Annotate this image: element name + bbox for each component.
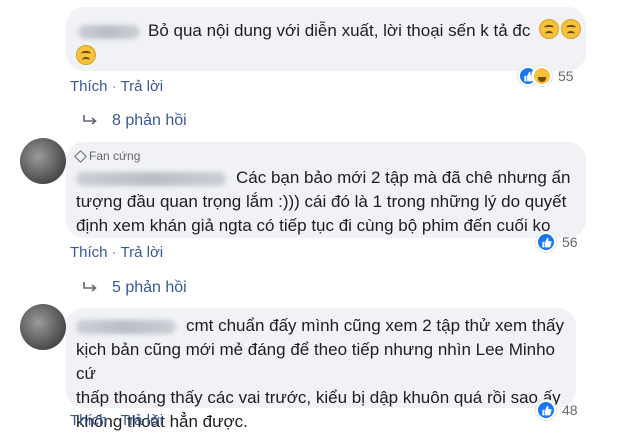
reaction-count: 55 [558, 68, 574, 84]
comment-text-line: định xem khán giả ngta có tiếp tục đi cù… [76, 216, 551, 235]
fan-badge-label: Fan cứng [89, 149, 141, 163]
commenter-name-blurred[interactable] [76, 319, 176, 334]
haha-reaction-icon [532, 66, 552, 86]
view-replies-1[interactable]: 8 phản hồi [82, 112, 187, 130]
comment-bubble-2: Fan cứng Các bạn bảo mới 2 tập mà đã chê… [66, 142, 586, 238]
upside-down-face-emoji [539, 19, 560, 39]
separator-dot: · [111, 78, 117, 95]
reaction-summary-3[interactable]: 48 [536, 400, 578, 420]
comment-text-line: Các bạn bảo mới 2 tập mà đã chê nhưng ấn [236, 168, 571, 187]
comment-actions-1: Thích · Trả lời [70, 78, 163, 95]
comment-text-line: Bỏ qua nội dung với diễn xuất, lời thoại… [148, 21, 531, 40]
upside-down-face-emoji [561, 19, 582, 39]
reply-arrow-icon [83, 115, 97, 125]
view-replies-2[interactable]: 5 phản hồi [82, 279, 187, 297]
upside-down-face-emoji [76, 45, 96, 65]
comment-actions-3: Thích · Trả lời [70, 412, 163, 429]
like-reaction-icon [536, 232, 556, 252]
like-link[interactable]: Thích [70, 244, 108, 261]
comment-text-line: tượng đầu quan trọng lắm :))) cái đó là … [76, 192, 567, 211]
avatar[interactable] [20, 138, 66, 184]
comment-bubble-3: cmt chuẩn đấy mình cũng xem 2 tập thử xe… [66, 308, 576, 431]
replies-count-label: 5 phản hồi [112, 279, 187, 296]
like-reaction-icon [536, 400, 556, 420]
comment-actions-2: Thích · Trả lời [70, 244, 163, 261]
reaction-count: 48 [562, 402, 578, 418]
reply-link[interactable]: Trả lời [121, 412, 164, 429]
like-link[interactable]: Thích [70, 78, 108, 95]
comment-bubble-1: Bỏ qua nội dung với diễn xuất, lời thoại… [66, 7, 586, 71]
separator-dot: · [111, 412, 117, 429]
reaction-summary-2[interactable]: 56 [536, 232, 578, 252]
like-link[interactable]: Thích [70, 412, 108, 429]
reply-link[interactable]: Trả lời [121, 78, 164, 95]
diamond-icon [74, 149, 87, 163]
avatar[interactable] [20, 304, 66, 350]
reaction-count: 56 [562, 234, 578, 250]
comment-text-line: thấp thoáng thấy các vai trước, kiểu bị … [76, 388, 561, 407]
reply-link[interactable]: Trả lời [121, 244, 164, 261]
reply-arrow-icon [83, 282, 97, 292]
fan-badge: Fan cứng [74, 149, 141, 163]
reaction-summary-1[interactable]: 55 [518, 66, 574, 86]
comment-text-line: cmt chuẩn đấy mình cũng xem 2 tập thử xe… [186, 316, 565, 335]
commenter-name-blurred[interactable] [78, 24, 140, 39]
replies-count-label: 8 phản hồi [112, 112, 187, 129]
commenter-name-blurred[interactable] [76, 171, 226, 186]
comment-text-line: kịch bản cũng mới mẻ đáng để theo tiếp n… [76, 340, 556, 383]
separator-dot: · [111, 244, 117, 261]
